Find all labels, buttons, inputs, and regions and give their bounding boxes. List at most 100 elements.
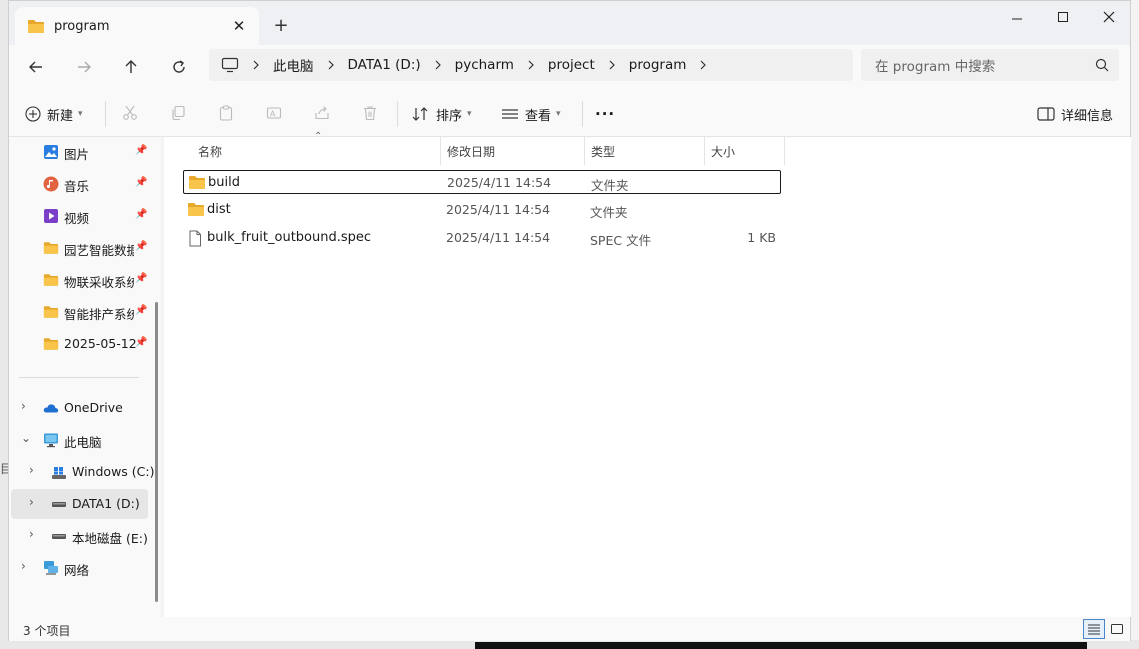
sidebar-item-folder[interactable]: 智能排产系统 📌 [11, 297, 147, 327]
sidebar-item-label: 网络 [64, 563, 90, 578]
breadcrumb-project[interactable]: project [548, 57, 595, 73]
back-button[interactable] [20, 51, 52, 83]
sidebar-item-folder[interactable]: 园艺智能数据 📌 [11, 233, 147, 263]
paste-button[interactable] [215, 102, 237, 124]
desktop-background-bottom [0, 640, 1139, 649]
breadcrumb-separator-icon[interactable] [239, 59, 273, 71]
address-bar[interactable]: 此电脑 DATA1 (D:) pycharm project program [209, 49, 853, 81]
sidebar-item-data1-d[interactable]: › DATA1 (D:) [11, 489, 148, 519]
forward-button[interactable] [68, 51, 100, 83]
sidebar-item-network[interactable]: › 网络 [11, 553, 147, 583]
command-bar: 新建 ▾ A 排序 ▾ 查看 ▾ ··· 详细信息 [9, 89, 1130, 137]
close-window-button[interactable] [1086, 3, 1132, 31]
chevron-down-icon: ▾ [556, 109, 561, 119]
column-header-type[interactable]: 类型 [585, 137, 705, 165]
pin-icon[interactable]: 📌 [135, 177, 147, 188]
breadcrumb-separator-icon[interactable] [686, 59, 720, 71]
minimize-icon [1012, 18, 1022, 20]
view-button[interactable]: 查看 ▾ [501, 99, 561, 129]
cut-button[interactable] [119, 102, 141, 124]
pin-icon[interactable]: 📌 [135, 273, 147, 284]
sidebar-item-onedrive[interactable]: › OneDrive [11, 393, 147, 423]
file-row-spec[interactable]: bulk_fruit_outbound.spec 2025/4/11 14:54… [183, 226, 781, 250]
file-row-dist[interactable]: dist 2025/4/11 14:54 文件夹 [183, 198, 781, 222]
search-icon[interactable] [1095, 58, 1109, 72]
tab-program[interactable]: program ✕ [15, 7, 259, 45]
add-circle-icon [25, 106, 41, 122]
chevron-down-icon: ▾ [467, 109, 472, 119]
sidebar-item-label: 智能排产系统 [64, 307, 134, 322]
up-button[interactable] [115, 51, 147, 83]
close-icon [1103, 11, 1115, 23]
breadcrumb-separator-icon[interactable] [595, 59, 629, 71]
sidebar-item-local-disk-e[interactable]: › 本地磁盘 (E:) [19, 521, 155, 551]
sidebar-item-videos[interactable]: 视频 📌 [11, 201, 147, 231]
delete-button[interactable] [359, 102, 381, 124]
column-header-name[interactable]: 名称 [192, 137, 441, 165]
title-bar: program ✕ + [9, 1, 1130, 45]
pin-icon[interactable]: 📌 [135, 337, 147, 348]
breadcrumb-separator-icon[interactable] [514, 59, 548, 71]
sidebar-item-pictures[interactable]: 图片 📌 [11, 137, 147, 167]
file-name: build [208, 175, 240, 190]
copy-button[interactable] [167, 102, 189, 124]
sidebar-item-folder[interactable]: 物联采收系统 📌 [11, 265, 147, 295]
breadcrumb-separator-icon[interactable] [314, 59, 348, 71]
chevron-right-icon[interactable]: › [21, 559, 26, 573]
onedrive-icon [43, 404, 59, 413]
breadcrumb-pycharm[interactable]: pycharm [455, 57, 514, 73]
file-icon [189, 230, 201, 247]
sidebar-item-label: OneDrive [64, 400, 123, 415]
breadcrumb-program[interactable]: program [629, 57, 687, 73]
breadcrumb-separator-icon[interactable] [421, 59, 455, 71]
sidebar-divider [19, 377, 139, 378]
toolbar-divider [105, 101, 106, 127]
pin-icon[interactable]: 📌 [135, 305, 147, 316]
close-tab-button[interactable]: ✕ [229, 16, 249, 36]
details-pane-button[interactable]: 详细信息 [1037, 99, 1113, 129]
breadcrumb-data1[interactable]: DATA1 (D:) [348, 57, 421, 73]
folder-icon [189, 176, 205, 189]
maximize-button[interactable] [1040, 3, 1086, 31]
chevron-down-icon[interactable]: ⌄ [21, 431, 31, 445]
sidebar-item-windows-c[interactable]: › Windows (C:) [19, 457, 155, 487]
chevron-right-icon[interactable]: › [21, 399, 26, 413]
column-header-size[interactable]: 大小 [705, 137, 785, 165]
sidebar-item-label: DATA1 (D:) [72, 496, 140, 511]
search-box[interactable]: 在 program 中搜索 [861, 49, 1119, 81]
trash-icon [364, 106, 376, 121]
rename-icon: A [266, 107, 282, 119]
sidebar-item-folder[interactable]: 2025-05-12 📌 [11, 329, 147, 359]
rename-button[interactable]: A [263, 102, 285, 124]
sidebar-item-label: 此电脑 [64, 435, 102, 450]
new-button[interactable]: 新建 ▾ [25, 99, 83, 129]
tiles-view-button[interactable] [1106, 619, 1128, 639]
file-name: dist [207, 202, 231, 217]
column-header-date[interactable]: 修改日期 [441, 137, 585, 165]
new-tab-button[interactable]: + [270, 14, 292, 36]
chevron-right-icon[interactable]: › [29, 527, 34, 541]
sidebar-scrollbar[interactable] [155, 302, 158, 602]
pin-icon[interactable]: 📌 [135, 145, 147, 156]
refresh-button[interactable] [163, 51, 195, 83]
details-label: 详细信息 [1061, 108, 1114, 124]
more-options-button[interactable]: ··· [595, 99, 615, 129]
navigation-bar: 此电脑 DATA1 (D:) pycharm project program 在… [9, 45, 1130, 89]
breadcrumb-this-pc[interactable]: 此电脑 [273, 55, 314, 75]
desktop-background-right [1131, 0, 1139, 649]
sidebar-item-music[interactable]: 音乐 📌 [11, 169, 147, 199]
sidebar-item-this-pc[interactable]: ⌄ 此电脑 [11, 425, 147, 455]
minimize-button[interactable] [994, 3, 1040, 31]
chevron-right-icon[interactable]: › [29, 495, 34, 509]
file-row-build[interactable]: build 2025/4/11 14:54 文件夹 [183, 170, 781, 194]
pin-icon[interactable]: 📌 [135, 209, 147, 220]
toolbar-divider [582, 101, 583, 127]
pin-icon[interactable]: 📌 [135, 241, 147, 252]
details-pane-icon [1037, 107, 1055, 121]
sidebar-item-label: 本地磁盘 (E:) [72, 531, 148, 546]
sort-button[interactable]: 排序 ▾ [412, 99, 472, 129]
details-view-button[interactable] [1083, 619, 1105, 639]
folder-icon [43, 338, 59, 350]
share-button[interactable] [311, 102, 333, 124]
chevron-right-icon[interactable]: › [29, 463, 34, 477]
